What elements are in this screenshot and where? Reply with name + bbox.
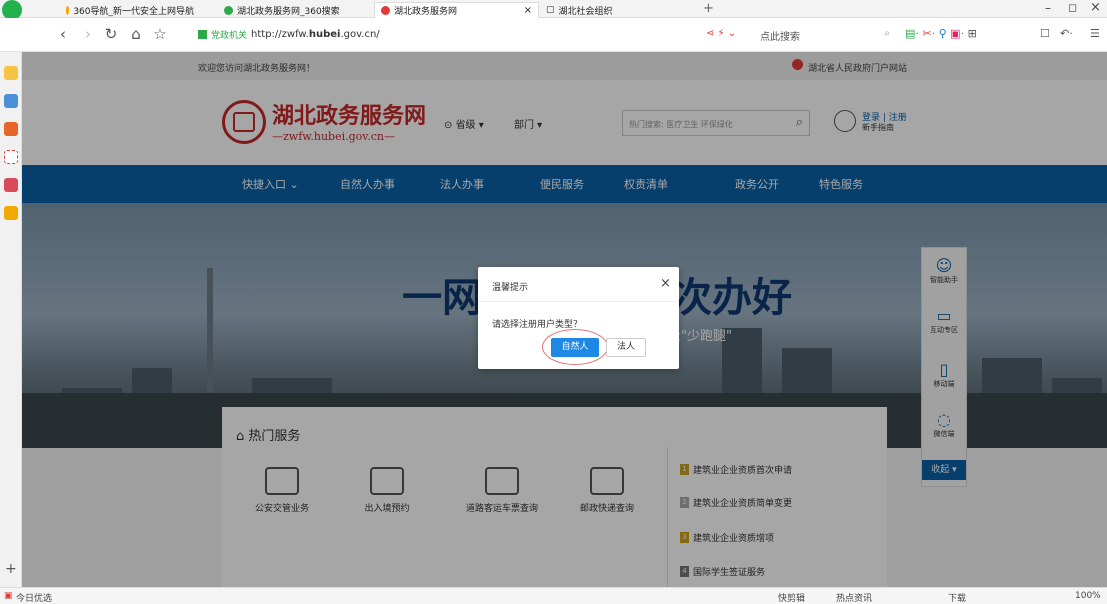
page-icon: ▢ [546, 5, 555, 15]
browser-search-placeholder: 点此搜索 [760, 32, 800, 43]
close-icon[interactable]: × [660, 276, 671, 291]
window-icon[interactable]: ☐ [1040, 27, 1050, 40]
tab-favicon-icon [381, 6, 390, 15]
tab-label: 湖北政务服务网_360搜索 [237, 6, 340, 17]
maximize-button[interactable]: ◻ [1068, 1, 1077, 14]
tab-label: 360导航_新一代安全上网导航 [73, 6, 194, 17]
favorites-star-icon[interactable] [4, 66, 18, 80]
hot-news-link[interactable]: 热点资讯 [836, 591, 872, 604]
tab-hubei-active[interactable]: 湖北政务服务网 × [374, 2, 539, 18]
quick-clip-link[interactable]: 快剪辑 [778, 591, 805, 604]
share-icon[interactable]: ⋖ ⚡ ⌄ [706, 28, 736, 39]
bookmark-star-icon[interactable]: ☆ [152, 25, 168, 43]
mail-icon[interactable] [4, 150, 18, 164]
browser-search-input[interactable]: 点此搜索 ⌕ [760, 28, 890, 43]
browser-logo-icon[interactable] [2, 0, 22, 20]
tab-label: 湖北社会组织 [558, 6, 613, 17]
tab-360-nav[interactable]: 360导航_新一代安全上网导航 [60, 2, 200, 18]
downloads-link[interactable]: 下载 [948, 591, 966, 604]
browser-status-bar: ▣ 今日优选 快剪辑 热点资讯 下载 100% [0, 587, 1107, 604]
tab-label: 湖北政务服务网 [394, 7, 458, 17]
browser-sidebar: + [0, 52, 22, 587]
tab-favicon-icon [224, 5, 233, 15]
home-icon[interactable]: ⌂ [128, 25, 144, 43]
today-picks-link[interactable]: 今日优选 [16, 591, 52, 604]
back-icon[interactable]: ‹ [55, 25, 71, 43]
register-type-dialog: 温馨提示 × 请选择注册用户类型？ 自然人 法人 [478, 267, 679, 369]
weibo-icon[interactable] [4, 122, 18, 136]
zoom-level[interactable]: 100% [1075, 591, 1101, 601]
address-toolbar: ‹ › ↻ ⌂ ☆ 党政机关 http://zwfw. hubei .gov.cn/… [0, 18, 1107, 52]
tab-search[interactable]: 湖北政务服务网_360搜索 [218, 2, 358, 18]
natural-person-button[interactable]: 自然人 [551, 338, 599, 357]
gift-icon: ▣ [4, 591, 13, 601]
web-page: 欢迎您访问湖北政务服务网！ 湖北省人民政府门户网站 湖北政务服务网 —zwfw.… [22, 52, 1107, 587]
undo-icon[interactable]: ↶· [1060, 27, 1073, 40]
url-suffix: .gov.cn/ [340, 29, 380, 40]
close-window-button[interactable]: × [1090, 0, 1101, 15]
url-field[interactable]: 党政机关 http://zwfw. hubei .gov.cn/ [198, 28, 380, 41]
browser-tab-bar: 360导航_新一代安全上网导航 湖北政务服务网_360搜索 湖北政务服务网 × … [0, 0, 1107, 20]
gov-badge-icon [198, 30, 207, 39]
legal-person-button[interactable]: 法人 [606, 338, 646, 357]
refresh-icon[interactable]: ↻ [103, 25, 119, 43]
minimize-button[interactable]: – [1045, 1, 1051, 15]
notes-icon[interactable] [4, 206, 18, 220]
dialog-title: 温馨提示 [492, 283, 529, 293]
gov-badge-label: 党政机关 [211, 31, 248, 41]
add-sidebar-item-icon[interactable]: + [5, 561, 17, 577]
new-tab-button[interactable]: + [703, 1, 714, 16]
toolbar-extension-icons[interactable]: ▤· ✂· ⚲ ▣· ⊞ [905, 27, 977, 40]
url-prefix: http://zwfw. [251, 29, 309, 40]
menu-icon[interactable]: ☰ [1090, 27, 1100, 40]
news-icon[interactable] [4, 94, 18, 108]
game-icon[interactable] [4, 178, 18, 192]
url-domain: hubei [308, 29, 341, 40]
search-icon[interactable]: ⌕ [884, 28, 890, 39]
tab-favicon-icon [66, 5, 70, 15]
forward-icon[interactable]: › [80, 25, 96, 43]
dialog-message: 请选择注册用户类型？ [492, 320, 583, 330]
close-tab-icon[interactable]: × [524, 5, 532, 16]
tab-social-org[interactable]: ▢ 湖北社会组织 [540, 2, 690, 18]
